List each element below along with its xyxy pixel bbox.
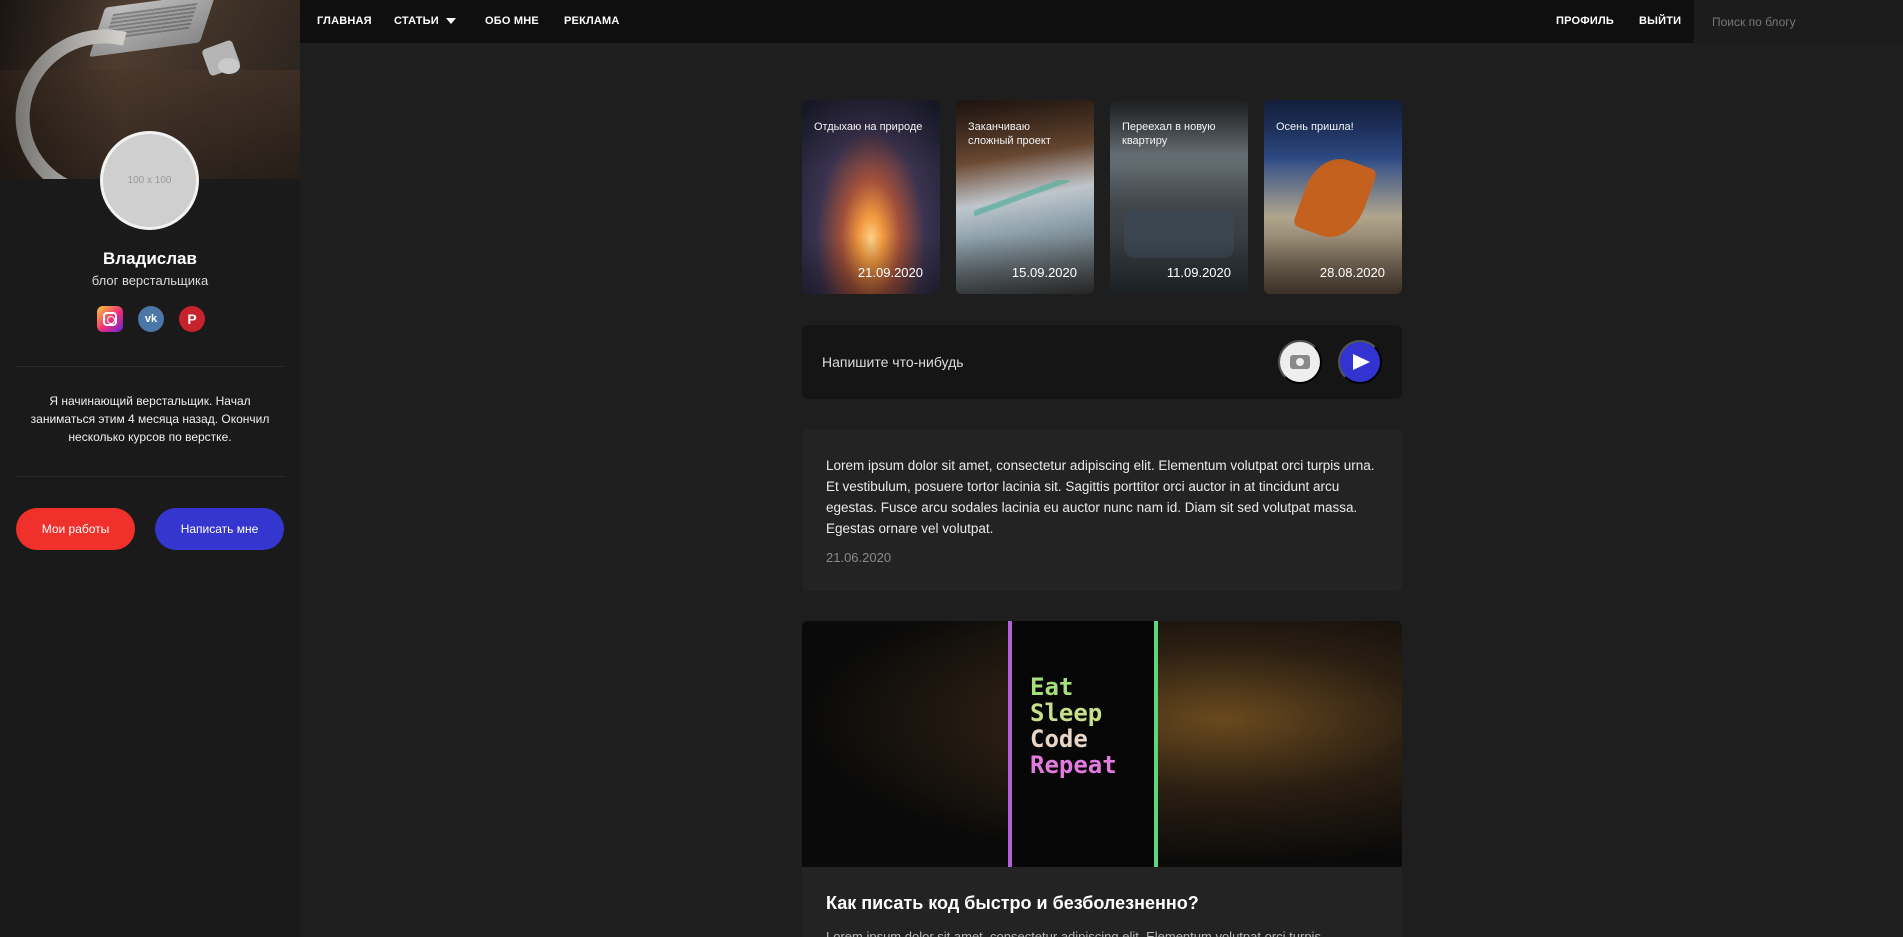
story-caption: Заканчиваю сложный проект bbox=[968, 121, 1051, 147]
send-icon bbox=[1353, 354, 1370, 370]
post-text: Lorem ipsum dolor sit amet, consectetur … bbox=[826, 458, 1375, 536]
divider bbox=[16, 476, 284, 477]
image-text: Code bbox=[1030, 725, 1088, 753]
nav-link-profile[interactable]: ПРОФИЛЬ bbox=[1556, 15, 1614, 27]
nav-link-articles[interactable]: СТАТЬИ bbox=[394, 15, 439, 27]
story-caption: Осень пришла! bbox=[1276, 121, 1354, 133]
story-card[interactable]: Отдыхаю на природе 21.09.2020 bbox=[802, 100, 940, 294]
write-me-button[interactable]: Написать мне bbox=[155, 508, 284, 550]
image-text: Repeat bbox=[1030, 751, 1117, 779]
user-name: Владислав bbox=[103, 249, 197, 268]
instagram-icon[interactable] bbox=[97, 306, 123, 332]
story-caption: Переехал в новую квартиру bbox=[1122, 121, 1216, 147]
camera-icon bbox=[1290, 355, 1310, 369]
story-date: 21.09.2020 bbox=[857, 265, 923, 280]
avatar[interactable]: 100 x 100 bbox=[100, 131, 199, 230]
post-title[interactable]: Как писать код быстро и безболезненно? bbox=[826, 893, 1199, 914]
my-works-button[interactable]: Мои работы bbox=[16, 508, 135, 550]
post-input[interactable] bbox=[822, 343, 1262, 381]
camera-button[interactable] bbox=[1278, 340, 1322, 384]
nav-link-logout[interactable]: ВЫЙТИ bbox=[1639, 15, 1681, 27]
search-input[interactable] bbox=[1694, 0, 1903, 43]
sidebar: 100 x 100 Владислав блог верстальщика vk… bbox=[0, 0, 300, 937]
about-text: Я начинающий верстальщик. Начал занимать… bbox=[30, 394, 270, 444]
image-text: Sleep bbox=[1030, 699, 1103, 727]
vk-icon[interactable]: vk bbox=[138, 306, 164, 332]
text-post: Lorem ipsum dolor sit amet, consectetur … bbox=[802, 429, 1402, 591]
post-composer bbox=[802, 325, 1402, 399]
image-text: Eat bbox=[1030, 673, 1074, 701]
story-date: 11.09.2020 bbox=[1166, 265, 1231, 280]
user-subtitle: блог верстальщика bbox=[91, 273, 209, 288]
social-links: vk P bbox=[97, 306, 205, 332]
story-caption: Отдыхаю на природе bbox=[814, 121, 923, 133]
image-post[interactable]: Eat Sleep Code Repeat Как писать код быс… bbox=[802, 621, 1402, 937]
story-date: 28.08.2020 bbox=[1319, 265, 1385, 280]
post-snippet: Lorem ipsum dolor sit amet, consectetur … bbox=[826, 929, 1321, 937]
story-card[interactable]: Осень пришла! 28.08.2020 bbox=[1264, 100, 1402, 294]
post-image: Eat Sleep Code Repeat bbox=[802, 621, 1402, 867]
nav-link-home[interactable]: ГЛАВНАЯ bbox=[317, 15, 372, 27]
story-card[interactable]: Заканчиваю сложный проект 15.09.2020 bbox=[956, 100, 1094, 294]
phone-illustration: Eat Sleep Code Repeat bbox=[1008, 621, 1158, 867]
nav-link-about[interactable]: ОБО МНЕ bbox=[485, 15, 539, 27]
top-nav: ГЛАВНАЯ СТАТЬИ ОБО МНЕ РЕКЛАМА ПРОФИЛЬ В… bbox=[300, 0, 1903, 43]
pinterest-icon[interactable]: P bbox=[179, 306, 205, 332]
story-date: 15.09.2020 bbox=[1011, 265, 1077, 280]
story-card[interactable]: Переехал в новую квартиру 11.09.2020 bbox=[1110, 100, 1248, 294]
post-date: 21.06.2020 bbox=[826, 550, 892, 565]
send-button[interactable] bbox=[1338, 340, 1382, 384]
nav-link-ads[interactable]: РЕКЛАМА bbox=[564, 15, 620, 27]
divider bbox=[16, 366, 284, 367]
chevron-down-icon[interactable] bbox=[446, 18, 456, 24]
